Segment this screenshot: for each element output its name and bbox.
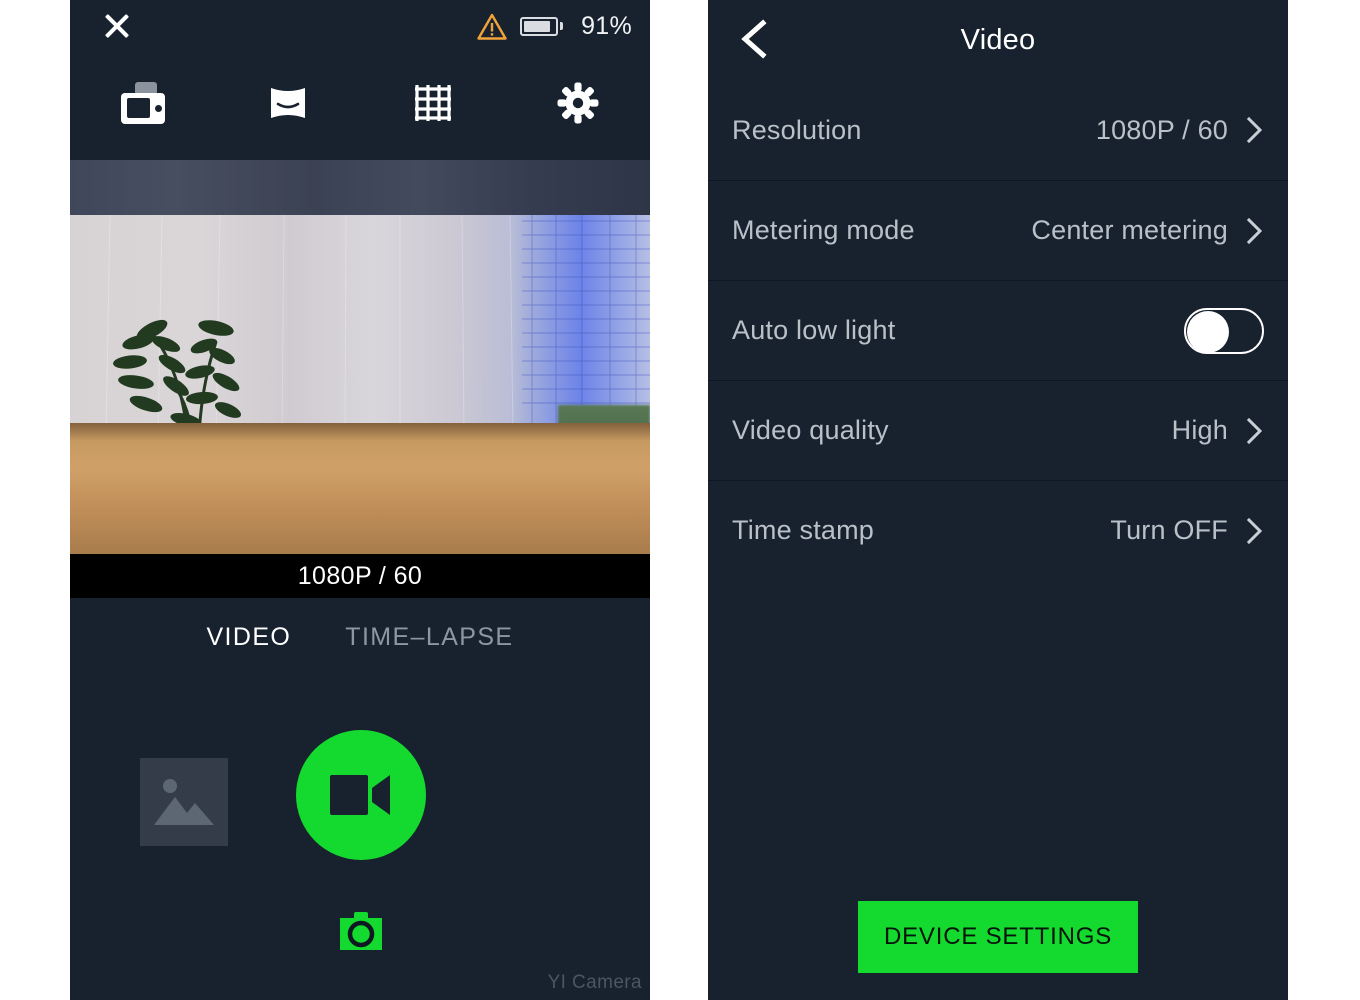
back-button[interactable]: [732, 16, 778, 62]
toggle-knob: [1187, 310, 1229, 353]
tab-time-lapse[interactable]: TIME–LAPSE: [345, 623, 513, 652]
toolbar-camera-mode-button[interactable]: [70, 68, 215, 138]
settings-row-label: Auto low light: [732, 315, 896, 345]
warning-triangle-icon: [477, 13, 507, 40]
battery-icon: [520, 16, 564, 36]
status-bar: 91%: [70, 0, 650, 52]
chevron-right-icon: [1246, 116, 1263, 144]
resolution-badge-text: 1080P / 60: [297, 561, 423, 590]
settings-row-time-stamp[interactable]: Time stamp Turn OFF: [708, 480, 1288, 580]
settings-row-metering-mode[interactable]: Metering mode Center metering: [708, 180, 1288, 280]
video-settings-screen: Video Resolution 1080P / 60 Metering mod…: [708, 0, 1288, 1000]
lens-distortion-icon: [270, 88, 305, 118]
chevron-right-icon: [1246, 517, 1263, 544]
camera-preview[interactable]: [70, 160, 650, 554]
settings-row-label: Time stamp: [732, 515, 875, 545]
status-indicators: 91%: [477, 12, 632, 41]
shutter-controls: [70, 730, 650, 870]
toolbar-lens-distortion-button[interactable]: [215, 68, 360, 138]
auto-low-light-toggle[interactable]: [1184, 307, 1264, 354]
screenshot-stage: 91% 1080P / 60 VIDEO TIME–LAPSE YI Camer…: [0, 0, 1360, 1000]
photo-camera-icon: [340, 912, 382, 950]
watermark: YI Camera: [547, 972, 642, 993]
settings-row-video-quality[interactable]: Video quality High: [708, 380, 1288, 480]
camera-viewfinder-screen: 91% 1080P / 60 VIDEO TIME–LAPSE YI Camer…: [70, 0, 650, 1000]
chevron-right-icon: [1246, 417, 1263, 444]
camera-body-icon: [118, 82, 168, 124]
gallery-thumbnail-button[interactable]: [140, 758, 228, 846]
record-button[interactable]: [296, 730, 426, 860]
page-title: Video: [960, 23, 1036, 56]
chevron-left-icon: [741, 19, 767, 59]
settings-row-label: Resolution: [732, 114, 862, 145]
gear-icon: [557, 82, 598, 124]
battery-percent: 91%: [581, 11, 632, 40]
preview-scene: [70, 215, 650, 554]
video-record-icon: [330, 775, 390, 815]
preview-top-band: [70, 160, 650, 215]
viewfinder-toolbar: [70, 68, 650, 138]
image-thumbnail-icon: [154, 779, 214, 825]
settings-row-value: High: [1171, 415, 1228, 445]
tab-video[interactable]: VIDEO: [206, 623, 291, 652]
settings-row-value: Turn OFF: [1110, 515, 1228, 545]
resolution-badge: 1080P / 60: [70, 554, 650, 598]
settings-row-value: 1080P / 60: [1095, 114, 1228, 145]
toolbar-grid-button[interactable]: [360, 68, 505, 138]
grid-icon: [414, 85, 451, 121]
nav-bar: Video: [708, 0, 1288, 80]
mode-tabs: VIDEO TIME–LAPSE: [70, 598, 650, 676]
settings-row-resolution[interactable]: Resolution 1080P / 60: [708, 80, 1288, 180]
device-settings-button[interactable]: DEVICE SETTINGS: [857, 901, 1139, 973]
settings-row-auto-low-light[interactable]: Auto low light: [708, 280, 1288, 380]
settings-row-value: Center metering: [1031, 215, 1228, 245]
settings-row-label: Video quality: [732, 415, 889, 445]
toolbar-settings-button[interactable]: [505, 68, 650, 138]
photo-mode-button[interactable]: [340, 912, 382, 954]
chevron-right-icon: [1246, 217, 1263, 244]
settings-list: Resolution 1080P / 60 Metering mode Cent…: [708, 80, 1288, 580]
close-icon[interactable]: [100, 9, 134, 43]
settings-row-label: Metering mode: [732, 215, 915, 245]
